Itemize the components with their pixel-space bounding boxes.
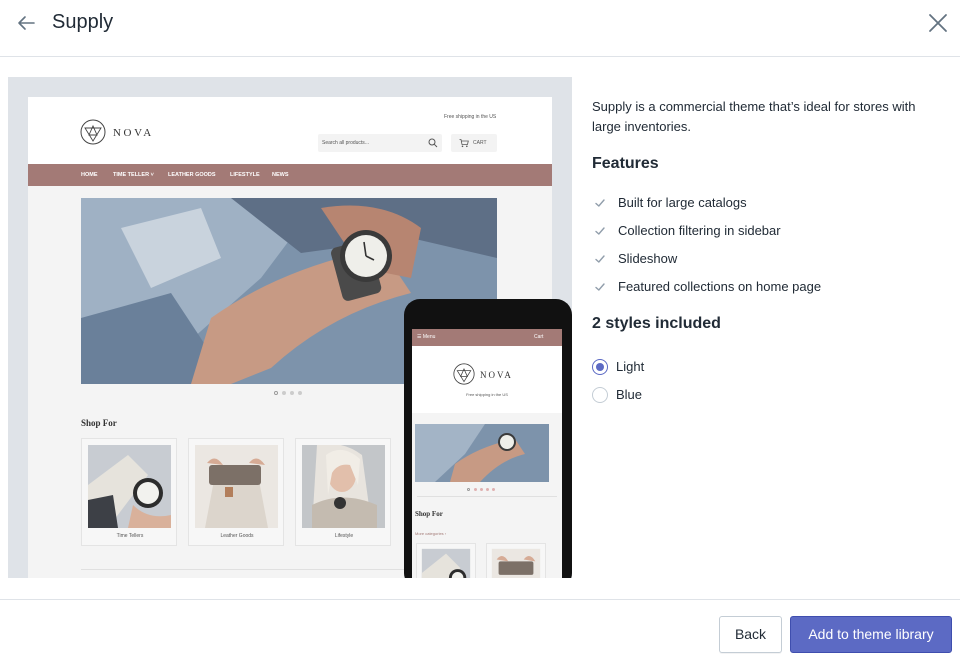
close-icon[interactable]: [924, 9, 952, 37]
slide-dot: [474, 488, 477, 491]
section-divider: [417, 496, 557, 497]
mobile-store-header: NOVA Free shipping in the US: [412, 346, 562, 413]
back-button[interactable]: Back: [719, 616, 782, 653]
feature-item: Slideshow: [592, 250, 942, 270]
mobile-hero-image: [415, 424, 549, 482]
nova-logo-icon: [453, 363, 475, 385]
time-tellers-image: [88, 445, 171, 528]
mobile-category-image: [416, 543, 476, 578]
style-label: Light: [616, 359, 645, 374]
radio-light[interactable]: [592, 359, 608, 375]
slideshow-dots: [274, 391, 314, 397]
store-nav-home: HOME: [81, 172, 98, 178]
modal-footer: Back Add to theme library: [0, 599, 960, 660]
cart-icon: [459, 139, 469, 148]
desktop-store-header: NOVA Free shipping in the US Search all …: [28, 97, 552, 164]
category-label: Time Tellers: [116, 533, 144, 539]
features-heading: Features: [592, 155, 659, 172]
category-label: Lifestyle: [334, 533, 354, 539]
more-categories-link: More categories ›: [415, 531, 447, 536]
feature-text: Featured collections on home page: [618, 279, 822, 294]
mobile-menu-label: ☰ Menu: [417, 334, 436, 340]
store-nav-news: NEWS: [272, 172, 289, 178]
shipping-note: Free shipping in the US: [444, 114, 497, 120]
mobile-shipping-note: Free shipping in the US: [466, 392, 508, 397]
slide-dot: [492, 488, 495, 491]
feature-item: Built for large catalogs: [592, 194, 942, 214]
mobile-screen: ☰ Menu Cart NOVA Free shipping in the US: [412, 329, 562, 578]
nova-logo-icon: [80, 119, 106, 145]
feature-text: Collection filtering in sidebar: [618, 223, 781, 238]
feature-text: Built for large catalogs: [618, 195, 747, 210]
checkmark-icon: [595, 255, 605, 263]
mobile-preview: ☰ Menu Cart NOVA Free shipping in the US: [404, 299, 572, 578]
leather-goods-image: [195, 445, 278, 528]
style-label: Blue: [616, 387, 643, 402]
cart-label: CART: [473, 140, 487, 146]
store-logo-text: NOVA: [113, 127, 154, 139]
feature-text: Slideshow: [618, 251, 678, 266]
slide-dot: [274, 391, 278, 395]
search-icon: [428, 138, 438, 148]
slide-dot: [298, 391, 302, 395]
radio-blue[interactable]: [592, 387, 608, 403]
slide-dot: [480, 488, 483, 491]
styles-heading: 2 styles included: [592, 315, 721, 332]
theme-preview: NOVA Free shipping in the US Search all …: [8, 77, 572, 578]
shop-for-heading: Shop For: [81, 418, 117, 428]
slide-dot: [282, 391, 286, 395]
checkmark-icon: [595, 227, 605, 235]
feature-item: Featured collections on home page: [592, 278, 942, 298]
category-label: Leather Goods: [220, 533, 254, 539]
store-nav-leather-goods: LEATHER GOODS: [168, 172, 216, 178]
slide-dot: [486, 488, 489, 491]
mobile-shop-for-heading: Shop For: [415, 510, 443, 518]
mobile-slideshow-dots: [467, 488, 503, 493]
style-option-blue[interactable]: Blue: [592, 387, 712, 405]
mobile-nav-bar: ☰ Menu Cart: [412, 329, 562, 346]
checkmark-icon: [595, 283, 605, 291]
category-card-lifestyle: Lifestyle: [295, 438, 391, 546]
category-card-leather-goods: Leather Goods: [188, 438, 284, 546]
theme-description: Supply is a commercial theme that’s idea…: [592, 99, 916, 134]
mobile-category-image: [486, 543, 546, 578]
page-title: Supply: [52, 11, 114, 33]
slide-dot: [467, 488, 470, 491]
store-cart-button: CART: [451, 134, 497, 152]
search-placeholder: Search all products...: [322, 140, 369, 146]
store-nav-time-teller: TIME TELLER ˅: [113, 172, 154, 178]
lifestyle-image: [302, 445, 385, 528]
arrow-left-icon[interactable]: [14, 10, 40, 36]
store-nav-bar: HOME TIME TELLER ˅ LEATHER GOODS LIFESTY…: [28, 164, 552, 186]
checkmark-icon: [595, 199, 605, 207]
category-card-time-tellers: Time Tellers: [81, 438, 177, 546]
slide-dot: [290, 391, 294, 395]
add-to-theme-library-button[interactable]: Add to theme library: [790, 616, 952, 653]
store-search-input: Search all products...: [318, 134, 442, 152]
store-nav-lifestyle: LIFESTYLE: [230, 172, 260, 178]
feature-item: Collection filtering in sidebar: [592, 222, 942, 242]
style-option-light[interactable]: Light: [592, 359, 712, 377]
mobile-logo-text: NOVA: [480, 370, 513, 380]
mobile-cart-label: Cart: [534, 334, 544, 340]
modal-header: Supply: [0, 0, 960, 57]
